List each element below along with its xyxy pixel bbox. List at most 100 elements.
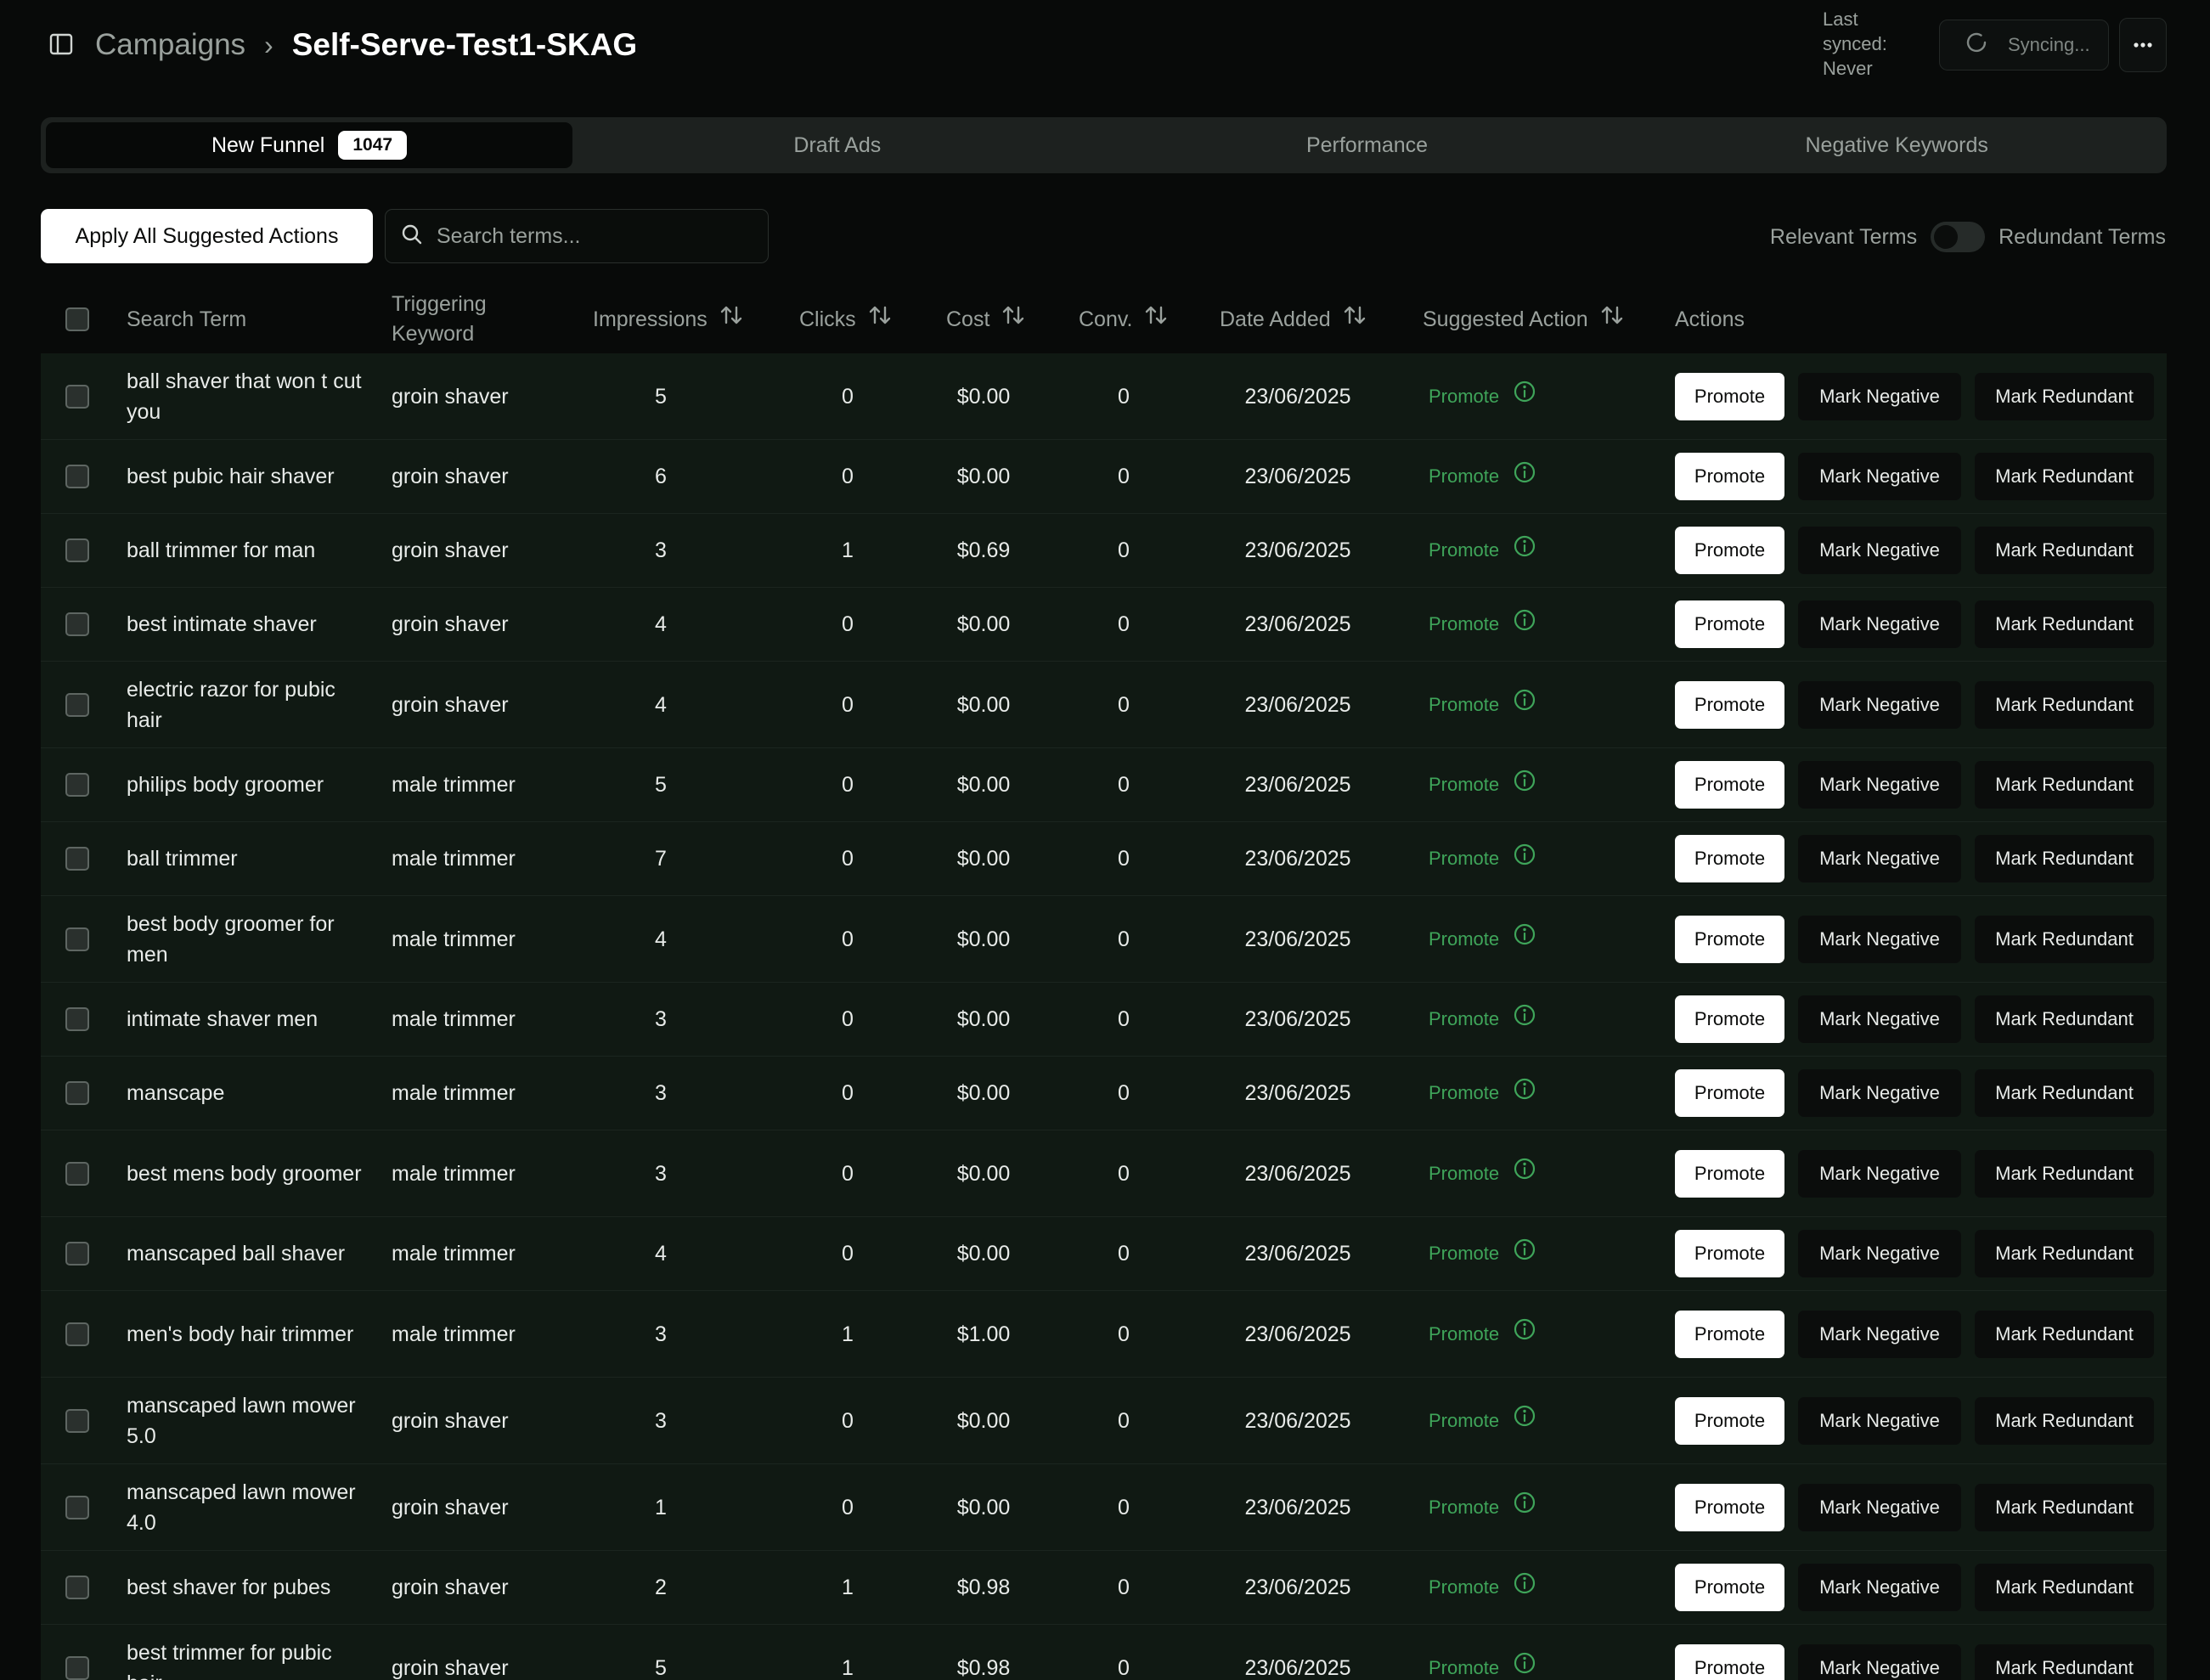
column-date-added[interactable]: Date Added — [1220, 304, 1367, 335]
mark-negative-button[interactable]: Mark Negative — [1798, 995, 1961, 1043]
row-checkbox[interactable] — [65, 1007, 89, 1031]
promote-button[interactable]: Promote — [1675, 1483, 1784, 1531]
mark-redundant-button[interactable]: Mark Redundant — [1975, 1230, 2154, 1277]
row-checkbox[interactable] — [65, 1576, 89, 1599]
row-checkbox[interactable] — [65, 465, 89, 488]
mark-negative-button[interactable]: Mark Negative — [1798, 1069, 1961, 1117]
column-impressions[interactable]: Impressions — [593, 304, 743, 335]
promote-button[interactable]: Promote — [1675, 1230, 1784, 1277]
row-checkbox[interactable] — [65, 847, 89, 871]
row-checkbox[interactable] — [65, 1408, 89, 1433]
row-checkbox[interactable] — [65, 1655, 89, 1680]
tab-draft-ads[interactable]: Draft Ads — [572, 122, 1102, 168]
promote-button[interactable]: Promote — [1675, 1643, 1784, 1680]
info-icon[interactable] — [1513, 534, 1536, 567]
mark-redundant-button[interactable]: Mark Redundant — [1975, 1149, 2154, 1198]
mark-negative-button[interactable]: Mark Negative — [1798, 372, 1961, 420]
promote-button[interactable]: Promote — [1675, 1396, 1784, 1445]
info-icon[interactable] — [1513, 1317, 1536, 1350]
row-checkbox[interactable] — [65, 384, 89, 409]
promote-button[interactable]: Promote — [1675, 372, 1784, 420]
sidebar-toggle-icon[interactable] — [49, 32, 73, 56]
mark-redundant-button[interactable]: Mark Redundant — [1975, 1069, 2154, 1117]
mark-redundant-button[interactable]: Mark Redundant — [1975, 600, 2154, 648]
row-checkbox[interactable] — [65, 1242, 89, 1266]
row-checkbox[interactable] — [65, 538, 89, 562]
info-icon[interactable] — [1513, 1237, 1536, 1271]
mark-redundant-button[interactable]: Mark Redundant — [1975, 835, 2154, 882]
promote-button[interactable]: Promote — [1675, 1310, 1784, 1358]
mark-redundant-button[interactable]: Mark Redundant — [1975, 761, 2154, 809]
promote-button[interactable]: Promote — [1675, 995, 1784, 1043]
mark-redundant-button[interactable]: Mark Redundant — [1975, 680, 2154, 729]
mark-redundant-button[interactable]: Mark Redundant — [1975, 527, 2154, 574]
info-icon[interactable] — [1513, 769, 1536, 802]
mark-negative-button[interactable]: Mark Negative — [1798, 680, 1961, 729]
row-checkbox[interactable] — [65, 1322, 89, 1346]
tab-new-funnel[interactable]: New Funnel 1047 — [46, 122, 572, 168]
promote-button[interactable]: Promote — [1675, 600, 1784, 648]
info-icon[interactable] — [1513, 922, 1536, 956]
promote-button[interactable]: Promote — [1675, 835, 1784, 882]
promote-button[interactable]: Promote — [1675, 761, 1784, 809]
select-all-checkbox[interactable] — [65, 307, 89, 331]
column-conv[interactable]: Conv. — [1079, 304, 1168, 335]
promote-button[interactable]: Promote — [1675, 680, 1784, 729]
mark-redundant-button[interactable]: Mark Redundant — [1975, 372, 2154, 420]
more-options-button[interactable] — [2119, 18, 2167, 72]
relevant-redundant-switch[interactable] — [1931, 222, 1986, 252]
mark-negative-button[interactable]: Mark Negative — [1798, 1149, 1961, 1198]
promote-button[interactable]: Promote — [1675, 527, 1784, 574]
mark-negative-button[interactable]: Mark Negative — [1798, 915, 1961, 963]
mark-negative-button[interactable]: Mark Negative — [1798, 1310, 1961, 1358]
column-clicks[interactable]: Clicks — [799, 304, 892, 335]
info-icon[interactable] — [1513, 1003, 1536, 1036]
mark-redundant-button[interactable]: Mark Redundant — [1975, 1643, 2154, 1680]
mark-redundant-button[interactable]: Mark Redundant — [1975, 995, 2154, 1043]
info-icon[interactable] — [1513, 1404, 1536, 1437]
info-icon[interactable] — [1513, 688, 1536, 721]
row-checkbox[interactable] — [65, 1081, 89, 1105]
mark-negative-button[interactable]: Mark Negative — [1798, 761, 1961, 809]
info-icon[interactable] — [1513, 1571, 1536, 1604]
info-icon[interactable] — [1513, 1077, 1536, 1110]
mark-redundant-button[interactable]: Mark Redundant — [1975, 1483, 2154, 1531]
mark-negative-button[interactable]: Mark Negative — [1798, 453, 1961, 500]
row-checkbox[interactable] — [65, 1495, 89, 1519]
mark-negative-button[interactable]: Mark Negative — [1798, 1564, 1961, 1611]
mark-negative-button[interactable]: Mark Negative — [1798, 835, 1961, 882]
row-checkbox[interactable] — [65, 927, 89, 951]
breadcrumb-campaigns-link[interactable]: Campaigns — [95, 28, 245, 62]
search-input[interactable] — [437, 223, 742, 249]
mark-redundant-button[interactable]: Mark Redundant — [1975, 1396, 2154, 1445]
row-checkbox[interactable] — [65, 1161, 89, 1186]
mark-negative-button[interactable]: Mark Negative — [1798, 527, 1961, 574]
info-icon[interactable] — [1513, 1651, 1536, 1680]
mark-negative-button[interactable]: Mark Negative — [1798, 1396, 1961, 1445]
row-checkbox[interactable] — [65, 773, 89, 797]
mark-negative-button[interactable]: Mark Negative — [1798, 1230, 1961, 1277]
info-icon[interactable] — [1513, 843, 1536, 876]
promote-button[interactable]: Promote — [1675, 1149, 1784, 1198]
sync-button[interactable]: Syncing... — [1939, 20, 2109, 70]
mark-negative-button[interactable]: Mark Negative — [1798, 600, 1961, 648]
info-icon[interactable] — [1513, 1157, 1536, 1190]
mark-redundant-button[interactable]: Mark Redundant — [1975, 453, 2154, 500]
tab-negative-keywords[interactable]: Negative Keywords — [1632, 122, 2162, 168]
info-icon[interactable] — [1513, 608, 1536, 641]
info-icon[interactable] — [1513, 1491, 1536, 1524]
apply-all-suggested-actions-button[interactable]: Apply All Suggested Actions — [41, 209, 373, 263]
row-checkbox[interactable] — [65, 692, 89, 717]
mark-redundant-button[interactable]: Mark Redundant — [1975, 915, 2154, 963]
promote-button[interactable]: Promote — [1675, 1564, 1784, 1611]
info-icon[interactable] — [1513, 460, 1536, 493]
mark-redundant-button[interactable]: Mark Redundant — [1975, 1310, 2154, 1358]
info-icon[interactable] — [1513, 380, 1536, 413]
tab-performance[interactable]: Performance — [1102, 122, 1632, 168]
column-suggested-action[interactable]: Suggested Action — [1423, 304, 1624, 335]
promote-button[interactable]: Promote — [1675, 1069, 1784, 1117]
mark-negative-button[interactable]: Mark Negative — [1798, 1483, 1961, 1531]
column-cost[interactable]: Cost — [946, 304, 1025, 335]
promote-button[interactable]: Promote — [1675, 453, 1784, 500]
promote-button[interactable]: Promote — [1675, 915, 1784, 963]
